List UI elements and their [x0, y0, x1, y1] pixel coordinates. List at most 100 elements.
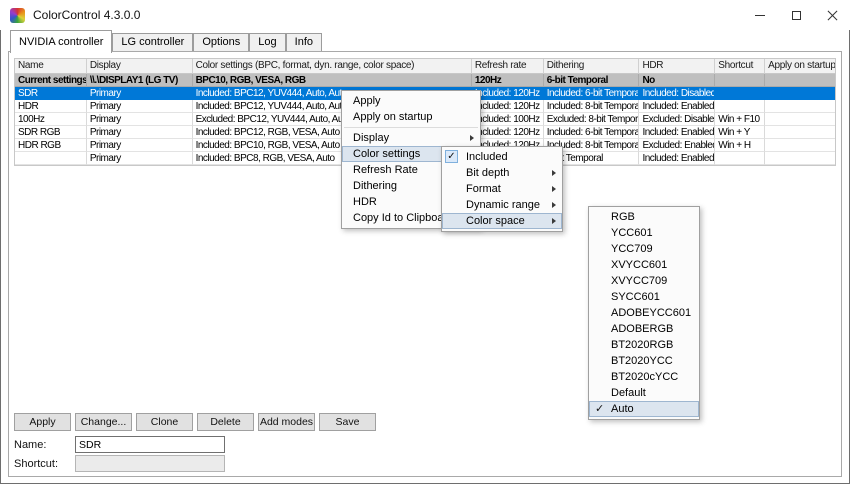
- menu-item-label: XVYCC709: [611, 275, 668, 287]
- minimize-icon: [755, 14, 765, 16]
- window-title: ColorControl 4.3.0.0: [33, 8, 141, 22]
- column-header-display[interactable]: Display: [86, 59, 193, 74]
- menu-item-label: ADOBERGB: [611, 323, 674, 335]
- cell-name: Current settings: [15, 74, 87, 87]
- menu-separator: [344, 127, 478, 128]
- cell-dithering: Included: 6-bit Temporal: [543, 87, 640, 100]
- column-header-name[interactable]: Name: [15, 59, 87, 74]
- cell-hdr: Excluded: Disabled: [639, 113, 716, 126]
- menu-item-dynamic-range[interactable]: Dynamic range: [442, 197, 562, 213]
- menu-item-sycc601[interactable]: SYCC601: [589, 289, 699, 305]
- name-label: Name:: [14, 439, 47, 451]
- cell-name: HDR RGB: [15, 139, 87, 152]
- menu-item-label: Bit depth: [466, 167, 510, 179]
- submenu-color-settings: ✓ Included Bit depth Format Dynamic rang…: [441, 146, 563, 232]
- menu-item-apply-on-startup[interactable]: Apply on startup: [342, 109, 480, 125]
- menu-item-label: Dynamic range: [466, 199, 540, 211]
- column-header-dithering[interactable]: Dithering: [543, 59, 640, 74]
- cell-shortcut: Win + H: [715, 139, 766, 152]
- menu-item-bt2020cycc[interactable]: BT2020cYCC: [589, 369, 699, 385]
- menu-item-adobeycc601[interactable]: ADOBEYCC601: [589, 305, 699, 321]
- menu-item-auto[interactable]: ✓ Auto: [589, 401, 699, 417]
- menu-item-apply[interactable]: Apply: [342, 93, 480, 109]
- menu-item-color-space[interactable]: Color space: [442, 213, 562, 229]
- row-current-settings[interactable]: Current settings \\.\DISPLAY1 (LG TV) BP…: [15, 74, 835, 87]
- cell-refresh-rate: Included: 120Hz: [471, 126, 544, 139]
- window-controls: [742, 0, 850, 30]
- menu-item-bt2020rgb[interactable]: BT2020RGB: [589, 337, 699, 353]
- column-header-shortcut[interactable]: Shortcut: [715, 59, 766, 74]
- menu-item-label: YCC601: [611, 227, 653, 239]
- cell-display: Primary: [86, 152, 193, 165]
- cell-hdr: Excluded: Enabled: [639, 139, 716, 152]
- menu-item-adobergb[interactable]: ADOBERGB: [589, 321, 699, 337]
- cell-apply-on-startup: [765, 87, 835, 100]
- cell-name: [15, 152, 87, 165]
- menu-item-ycc709[interactable]: YCC709: [589, 241, 699, 257]
- menu-item-included[interactable]: ✓ Included: [442, 149, 562, 165]
- tab-lg-controller[interactable]: LG controller: [112, 33, 194, 51]
- cell-refresh-rate: Included: 120Hz: [471, 100, 544, 113]
- menu-item-bt2020ycc[interactable]: BT2020YCC: [589, 353, 699, 369]
- menu-item-ycc601[interactable]: YCC601: [589, 225, 699, 241]
- cell-display: Primary: [86, 113, 193, 126]
- submenu-arrow-icon: [470, 135, 474, 141]
- checkmark-icon: ✓: [595, 403, 605, 415]
- cell-hdr: Included: Enabled: [639, 100, 716, 113]
- cell-color-settings: BPC10, RGB, VESA, RGB: [192, 74, 472, 87]
- cell-dithering: Excluded: 8-bit Temporal: [543, 113, 640, 126]
- shortcut-label: Shortcut:: [14, 458, 59, 470]
- column-header-hdr[interactable]: HDR: [639, 59, 716, 74]
- cell-name: HDR: [15, 100, 87, 113]
- cell-display: \\.\DISPLAY1 (LG TV): [86, 74, 193, 87]
- tab-info[interactable]: Info: [285, 33, 322, 51]
- cell-shortcut: [715, 100, 766, 113]
- minimize-button[interactable]: [742, 0, 778, 30]
- menu-item-bit-depth[interactable]: Bit depth: [442, 165, 562, 181]
- menu-item-label: YCC709: [611, 243, 653, 255]
- tab-options[interactable]: Options: [193, 33, 250, 51]
- column-header-apply-on-startup[interactable]: Apply on startup: [765, 59, 835, 74]
- menu-item-label: XVYCC601: [611, 259, 668, 271]
- column-header-refresh-rate[interactable]: Refresh rate: [471, 59, 544, 74]
- menu-item-label: Copy Id to Clipboard: [353, 212, 454, 224]
- cell-hdr: No: [639, 74, 716, 87]
- cell-shortcut: [715, 74, 766, 87]
- cell-apply-on-startup: [765, 139, 835, 152]
- name-input[interactable]: [75, 436, 225, 453]
- close-button[interactable]: [814, 0, 850, 30]
- menu-item-xvycc601[interactable]: XVYCC601: [589, 257, 699, 273]
- menu-item-label: BT2020cYCC: [611, 371, 679, 383]
- change-button[interactable]: Change...: [75, 413, 132, 431]
- clone-button[interactable]: Clone: [136, 413, 193, 431]
- column-header-color-settings[interactable]: Color settings (BPC, format, dyn. range,…: [192, 59, 472, 74]
- add-modes-button[interactable]: Add modes: [258, 413, 315, 431]
- menu-item-label: Dithering: [353, 180, 398, 192]
- shortcut-input[interactable]: [75, 455, 225, 472]
- maximize-icon: [791, 10, 801, 20]
- delete-button[interactable]: Delete: [197, 413, 254, 431]
- cell-shortcut: [715, 152, 766, 165]
- menu-item-default[interactable]: Default: [589, 385, 699, 401]
- menu-item-label: ADOBEYCC601: [611, 307, 692, 319]
- cell-apply-on-startup: [765, 126, 835, 139]
- apply-button[interactable]: Apply: [14, 413, 71, 431]
- save-button[interactable]: Save: [319, 413, 376, 431]
- cell-name: SDR: [15, 87, 87, 100]
- menu-item-label: SYCC601: [611, 291, 660, 303]
- cell-shortcut: [715, 87, 766, 100]
- submenu-arrow-icon: [552, 186, 556, 192]
- cell-name: 100Hz: [15, 113, 87, 126]
- tab-log[interactable]: Log: [249, 33, 286, 51]
- tab-nvidia-controller[interactable]: NVIDIA controller: [10, 30, 113, 53]
- menu-item-rgb[interactable]: RGB: [589, 209, 699, 225]
- menu-item-display[interactable]: Display: [342, 130, 480, 146]
- maximize-button[interactable]: [778, 0, 814, 30]
- menu-item-xvycc709[interactable]: XVYCC709: [589, 273, 699, 289]
- cell-dithering: Included: 8-bit Temporal: [543, 100, 640, 113]
- menu-item-label: HDR: [353, 196, 377, 208]
- cell-dithering: 6-bit Temporal: [543, 74, 640, 87]
- cell-display: Primary: [86, 87, 193, 100]
- menu-item-format[interactable]: Format: [442, 181, 562, 197]
- menu-item-label: RGB: [611, 211, 635, 223]
